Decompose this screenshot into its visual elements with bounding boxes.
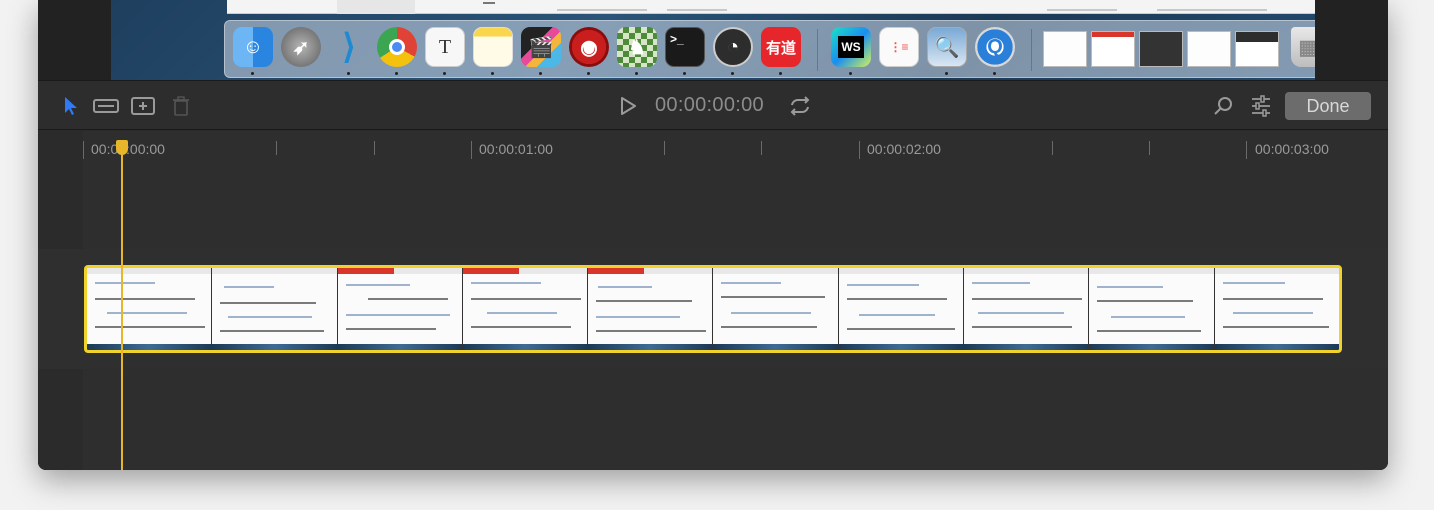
clip-frame — [1214, 268, 1339, 350]
trash-icon[interactable] — [168, 93, 194, 119]
vscode-icon[interactable]: ⟩ — [329, 27, 369, 67]
preview-app-icon[interactable]: 🔍 — [927, 27, 967, 67]
quicktime-icon[interactable]: Q — [975, 27, 1015, 67]
minimized-window-thumb[interactable] — [1235, 31, 1279, 67]
clip-frame — [87, 268, 213, 350]
launchpad-icon[interactable]: ➶ — [281, 27, 321, 67]
chess-icon[interactable]: ♞ — [617, 27, 657, 67]
minimized-window-thumb[interactable] — [1043, 31, 1087, 67]
clip-frame — [588, 268, 714, 350]
dock: ☺ ➶ ⟩ T 🎬 ◉ ♞ >_ ◔ 有道 WS ⋮≡ 🔍 Q ▦ — [224, 20, 1315, 78]
done-button[interactable]: Done — [1285, 92, 1371, 120]
ruler-label-1: 00:00:01:00 — [479, 141, 553, 157]
empty-track-area — [83, 369, 1388, 470]
search-icon[interactable] — [1210, 93, 1236, 119]
sliders-icon[interactable] — [1248, 93, 1274, 119]
trash-dock-icon[interactable]: ▦ — [1291, 27, 1315, 67]
webstorm-icon[interactable]: WS — [831, 27, 871, 67]
trim-icon[interactable] — [93, 93, 119, 119]
youdao-icon[interactable]: 有道 — [761, 27, 801, 67]
playhead-handle[interactable] — [116, 140, 128, 155]
play-icon[interactable] — [615, 93, 641, 119]
clip-frame — [337, 268, 463, 350]
minimized-window-thumb[interactable] — [1091, 31, 1135, 67]
ruler-label-2: 00:00:02:00 — [867, 141, 941, 157]
desktop-preview: ☺ ➶ ⟩ T 🎬 ◉ ♞ >_ ◔ 有道 WS ⋮≡ 🔍 Q ▦ — [111, 0, 1315, 80]
video-clip[interactable] — [84, 265, 1342, 353]
playhead[interactable] — [121, 145, 123, 470]
clip-frame — [964, 268, 1090, 350]
select-arrow-icon[interactable] — [58, 93, 84, 119]
add-frame-icon[interactable] — [130, 93, 156, 119]
video-preview: ☺ ➶ ⟩ T 🎬 ◉ ♞ >_ ◔ 有道 WS ⋮≡ 🔍 Q ▦ — [38, 0, 1388, 80]
minimized-window-thumb[interactable] — [1187, 31, 1231, 67]
loop-icon[interactable] — [787, 93, 813, 119]
finder-icon[interactable]: ☺ — [233, 27, 273, 67]
eye-app-icon[interactable]: ◉ — [569, 27, 609, 67]
reminders-icon[interactable]: ⋮≡ — [879, 27, 919, 67]
current-timecode: 00:00:00:00 — [655, 94, 764, 116]
ruler-label-3: 00:00:03:00 — [1255, 141, 1329, 157]
typora-icon[interactable]: T — [425, 27, 465, 67]
clip-frame — [713, 268, 839, 350]
timeline: 00:00:00:00 00:00:01:00 00:00:02:00 00:0… — [38, 131, 1388, 470]
obs-icon[interactable]: ◔ — [713, 27, 753, 67]
clip-frame — [1089, 268, 1215, 350]
notes-icon[interactable] — [473, 27, 513, 67]
clip-frame — [462, 268, 589, 350]
final-cut-icon[interactable]: 🎬 — [521, 27, 561, 67]
clip-frame — [838, 268, 965, 350]
edit-toolbar: 00:00:00:00 Done — [38, 80, 1388, 130]
minimized-window-thumb[interactable] — [1139, 31, 1183, 67]
preview-window — [227, 0, 1315, 14]
clip-frame — [212, 268, 338, 350]
screen-recording-editor-window: ☺ ➶ ⟩ T 🎬 ◉ ♞ >_ ◔ 有道 WS ⋮≡ 🔍 Q ▦ 00:00:… — [38, 0, 1388, 470]
chrome-icon[interactable] — [377, 27, 417, 67]
terminal-icon[interactable]: >_ — [665, 27, 705, 67]
time-ruler[interactable]: 00:00:00:00 00:00:01:00 00:00:02:00 00:0… — [83, 131, 1388, 249]
